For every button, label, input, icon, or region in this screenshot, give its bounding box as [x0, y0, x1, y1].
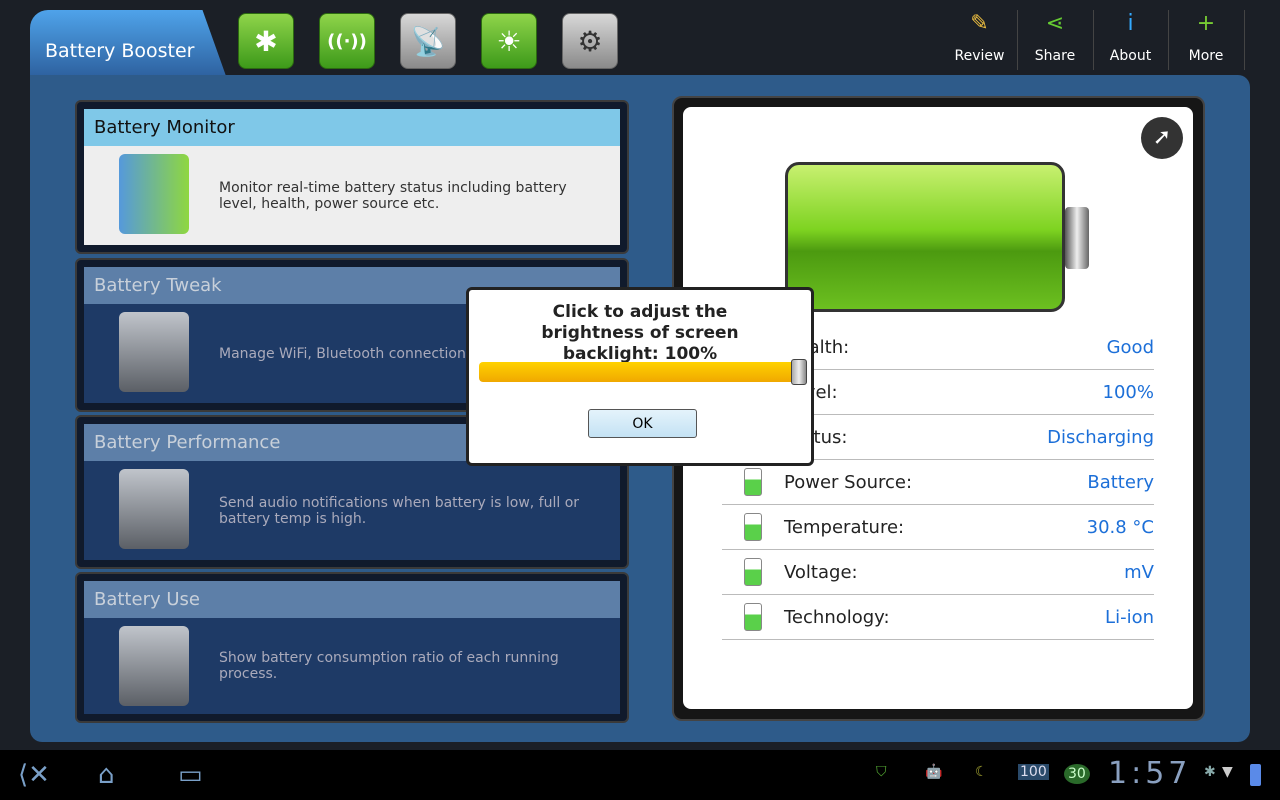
- gps-satellite-toggle[interactable]: 📡: [400, 13, 456, 69]
- about-button[interactable]: i About: [1093, 10, 1169, 70]
- battery-status-icon: [744, 603, 762, 631]
- battery-status-icon: [744, 513, 762, 541]
- bluetooth-status-icon: ✱: [1204, 764, 1216, 780]
- info-icon: i: [1127, 11, 1134, 36]
- card-title: Battery Monitor: [84, 109, 620, 146]
- slider-handle[interactable]: [791, 359, 807, 385]
- battery-status-icon: [744, 468, 762, 496]
- card-battery-use[interactable]: Battery Use Show battery consumption rati…: [75, 572, 629, 723]
- brightness-toggle[interactable]: ☀: [481, 13, 537, 69]
- security-icon: ⛉: [876, 764, 887, 780]
- share-button[interactable]: ⋖ Share: [1018, 10, 1094, 70]
- home-icon[interactable]: ⌂: [98, 760, 115, 790]
- pie-chart-icon: [119, 469, 189, 549]
- share-icon: ⋖: [1045, 11, 1065, 36]
- brightness-icon: ☀: [496, 24, 522, 58]
- bar-chart-icon: [119, 154, 189, 234]
- battery-graphic: [785, 162, 1065, 312]
- app-title-tab: Battery Booster: [30, 10, 226, 76]
- review-button[interactable]: ✎ Review: [942, 10, 1018, 70]
- card-description: Monitor real-time battery status includi…: [219, 179, 567, 212]
- timer-badge: 30: [1064, 764, 1090, 784]
- battery-badge: 100: [1018, 764, 1049, 780]
- line-chart-icon: [119, 312, 189, 392]
- battery-row: Technology: Li-ion: [722, 595, 1154, 640]
- card-title: Battery Use: [84, 581, 620, 618]
- brightness-dialog: Click to adjust the brightness of screen…: [466, 287, 814, 466]
- recent-apps-icon[interactable]: ▭: [178, 760, 203, 790]
- bluetooth-toggle[interactable]: ✱: [238, 13, 294, 69]
- expand-icon[interactable]: ➚: [1141, 117, 1183, 159]
- wifi-status-icon: ▼: [1222, 764, 1233, 780]
- brightness-slider[interactable]: [479, 359, 807, 385]
- plus-icon: +: [1196, 11, 1216, 36]
- ok-button[interactable]: OK: [588, 409, 697, 438]
- auto-sync-timer-toggle[interactable]: ⚙: [562, 13, 618, 69]
- android-icon: 🤖: [925, 764, 943, 780]
- pencil-icon: ✎: [970, 11, 989, 36]
- document-icon: [119, 626, 189, 706]
- card-description: Show battery consumption ratio of each r…: [219, 650, 559, 682]
- battery-row: Voltage: mV: [722, 550, 1154, 595]
- banana-icon: ☾: [975, 764, 988, 780]
- battery-row: Temperature: 30.8 °C: [722, 505, 1154, 550]
- gps-satellite-icon: 📡: [410, 24, 446, 58]
- card-description: Send audio notifications when battery is…: [219, 494, 580, 527]
- bluetooth-icon: ✱: [254, 24, 278, 58]
- wifi-icon: ((·)): [327, 30, 367, 52]
- card-battery-monitor[interactable]: Battery Monitor Monitor real-time battery…: [75, 100, 629, 254]
- back-icon[interactable]: ⟨✕: [18, 760, 50, 790]
- battery-row: Power Source: Battery: [722, 460, 1154, 505]
- dialog-message: Click to adjust the brightness of screen…: [541, 302, 739, 364]
- wifi-toggle[interactable]: ((·)): [319, 13, 375, 69]
- battery-terminal: [1065, 207, 1089, 269]
- clock[interactable]: 1:57: [1108, 756, 1191, 791]
- auto-sync-timer-icon: ⚙: [577, 24, 603, 58]
- more-button[interactable]: + More: [1169, 10, 1245, 70]
- system-nav-bar: ⟨✕ ⌂ ▭ ⛉ 🤖 ☾ 100 30 1:57 ✱ ▼: [0, 750, 1280, 800]
- battery-status-icon: [1250, 764, 1261, 786]
- battery-status-icon: [744, 558, 762, 586]
